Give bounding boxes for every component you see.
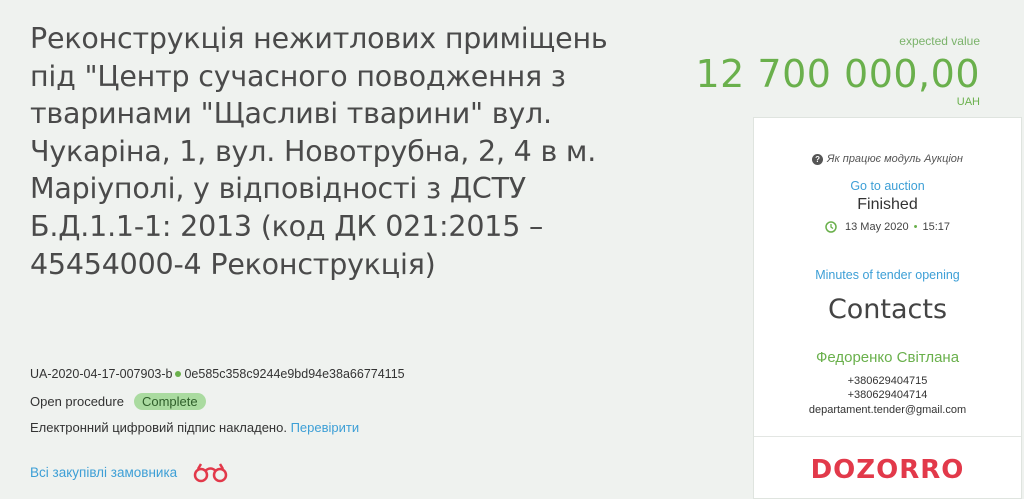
expected-value-amount: 12 700 000,00 <box>695 52 980 96</box>
contacts-heading: Contacts <box>827 294 948 325</box>
tender-identifiers: UA-2020-04-17-007903-b 0e585c358c9244e9bd… <box>30 367 405 381</box>
status-badge: Complete <box>133 393 206 410</box>
auction-date: 13 May 2020 <box>845 221 909 233</box>
contact-phone-1: +380629404715 <box>847 375 928 387</box>
tender-id: UA-2020-04-17-007903-b <box>30 367 173 381</box>
status-dot-icon <box>175 371 182 378</box>
expected-value-currency: UAH <box>956 96 980 108</box>
contact-email: departament.tender@gmail.com <box>808 404 967 416</box>
all-purchases-link[interactable]: Всі закупівлі замовника <box>30 465 177 480</box>
clock-icon <box>825 221 837 233</box>
tender-hash: 0e585c358c9244e9bd94e38a66774115 <box>184 367 405 381</box>
procedure-type: Open procedure <box>30 394 124 409</box>
auction-time: 15:17 <box>922 221 950 233</box>
dozorro-logo[interactable]: DOZORRO <box>754 455 1021 485</box>
tender-title: Реконструкція нежитлових приміщень під "… <box>30 22 608 281</box>
go-to-auction-link[interactable]: Go to auction <box>754 179 1021 193</box>
auction-status: Finished <box>857 196 918 213</box>
question-icon: ? <box>812 153 824 165</box>
contact-name: Федоренко Світлана <box>815 349 960 366</box>
card-divider <box>754 436 1021 437</box>
minutes-of-tender-opening-link[interactable]: Minutes of tender opening <box>754 268 1021 282</box>
sidebar-card: ? Як працює модуль Аукціон Go to auction … <box>753 117 1022 499</box>
how-auction-works-link[interactable]: ? Як працює модуль Аукціон <box>754 153 1021 165</box>
expected-value-label: expected value <box>899 34 980 48</box>
separator-dot: • <box>913 221 918 233</box>
procedure-row: Open procedure Complete <box>30 393 206 410</box>
contact-phone-2: +380629404714 <box>847 389 928 401</box>
signature-row: Електронний цифровий підпис накладено. П… <box>30 420 359 435</box>
binoculars-icon[interactable] <box>192 462 230 484</box>
how-auction-works-label: Як працює модуль Аукціон <box>827 153 963 165</box>
verify-signature-link[interactable]: Перевірити <box>291 420 360 435</box>
auction-datetime: 13 May 2020 • 15:17 <box>754 221 1021 233</box>
signature-text: Електронний цифровий підпис накладено. <box>30 420 287 435</box>
